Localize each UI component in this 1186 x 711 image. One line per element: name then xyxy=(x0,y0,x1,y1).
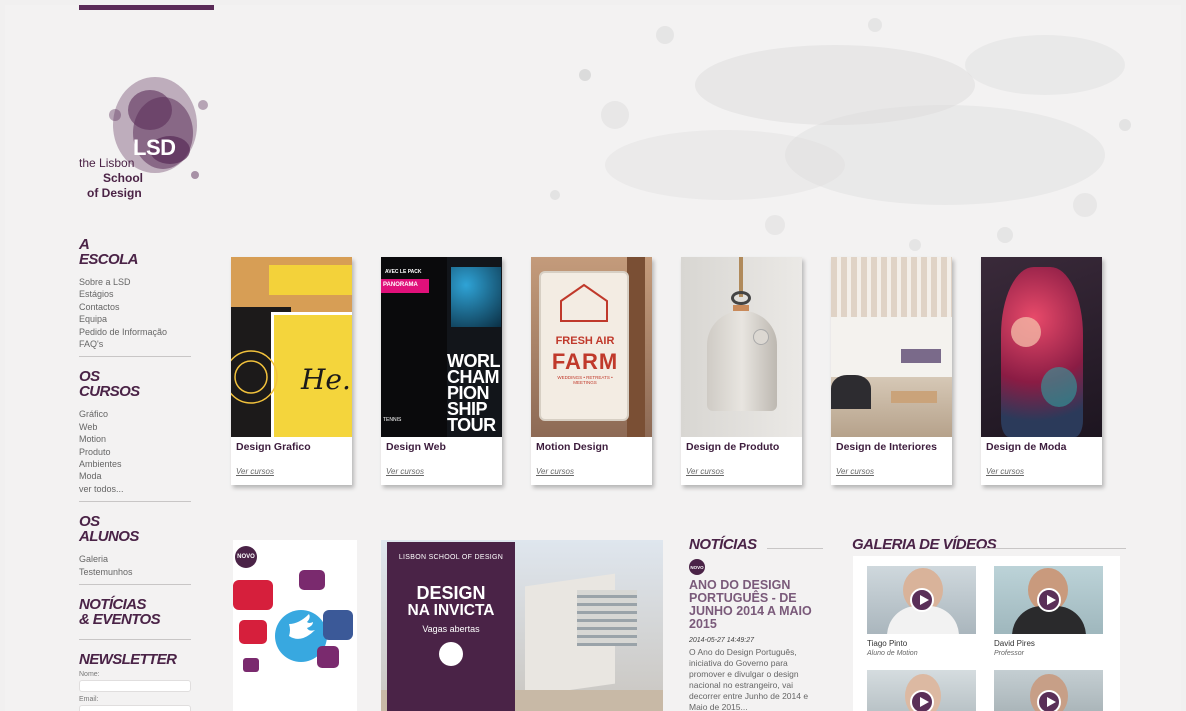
nav-link-estagios[interactable]: Estágios xyxy=(79,288,191,300)
novo-badge: NOVO xyxy=(235,546,257,568)
divider xyxy=(79,501,191,503)
invicta-sub: Vagas abertas xyxy=(422,624,480,634)
news-title[interactable]: ANO DO DESIGN PORTUGUÊS - DE JUNHO 2014 … xyxy=(689,579,821,631)
video-thumb[interactable] xyxy=(867,670,976,711)
ver-cursos-link[interactable]: Ver cursos xyxy=(986,467,1024,476)
section-title-noticias[interactable]: NOTÍCIAS & EVENTOS xyxy=(79,597,191,627)
nav-link-moda[interactable]: Moda xyxy=(79,470,191,482)
logo-mark: LSD xyxy=(133,135,176,160)
logo-line-3: of Design xyxy=(87,186,142,200)
play-icon[interactable] xyxy=(1037,690,1061,711)
video-gallery: Tiago Pinto Aluno de Motion David Pires … xyxy=(853,556,1120,711)
top-accent-bar xyxy=(79,5,214,10)
section-title-alunos[interactable]: OS ALUNOS xyxy=(79,514,191,544)
ver-cursos-link[interactable]: Ver cursos xyxy=(686,467,724,476)
invicta-title-1: DESIGN xyxy=(416,583,486,603)
newsletter-name-input[interactable] xyxy=(79,680,191,693)
course-image-moda xyxy=(981,257,1102,437)
play-icon[interactable] xyxy=(910,690,934,711)
sidebar-nav: A ESCOLA Sobre a LSD Estágios Contactos E… xyxy=(79,237,191,711)
logo-line-2: School xyxy=(103,171,144,185)
course-title: Design de Produto xyxy=(686,441,780,453)
nav-link-sobre[interactable]: Sobre a LSD xyxy=(79,276,191,288)
email-label: Email: xyxy=(79,696,99,704)
page: LSD the Lisbon School of Design A ESCOLA … xyxy=(5,5,1181,711)
course-title: Design Web xyxy=(386,441,446,453)
course-card-grafico[interactable]: He. Design Grafico Ver cursos xyxy=(231,257,352,485)
ver-cursos-link[interactable]: Ver cursos xyxy=(386,467,424,476)
nav-link-faqs[interactable]: FAQ's xyxy=(79,338,191,350)
course-image-grafico: He. xyxy=(231,257,352,437)
play-icon[interactable] xyxy=(1037,588,1061,612)
course-card-interiores[interactable]: Design de Interiores Ver cursos xyxy=(831,257,952,485)
splatter-decoration xyxy=(550,18,1131,251)
logo-line-1: the Lisbon xyxy=(79,156,135,170)
invicta-title-2: NA INVICTA xyxy=(407,602,495,619)
nav-link-ambientes[interactable]: Ambientes xyxy=(79,458,191,470)
course-image-web: PANORAMA AVEC LE PACK WORL CHAM PION SHI… xyxy=(381,257,502,437)
nav-link-grafico[interactable]: Gráfico xyxy=(79,408,191,420)
news-date: 2014-05-27 14:49:27 xyxy=(689,637,754,644)
course-image-produto xyxy=(681,257,802,437)
nav-link-testemunhos[interactable]: Testemunhos xyxy=(79,566,191,578)
nav-link-motion[interactable]: Motion xyxy=(79,433,191,445)
video-person-name: David Pires xyxy=(994,639,1035,648)
nav-link-pedido-informacao[interactable]: Pedido de Informação xyxy=(79,326,191,338)
section-noticias: NOTÍCIAS & EVENTOS xyxy=(79,597,191,641)
video-person-role: Aluno de Motion xyxy=(867,650,918,657)
news-body: O Ano do Design Português, iniciativa do… xyxy=(689,647,809,711)
course-title: Design de Interiores xyxy=(836,441,937,453)
section-title-newsletter: NEWSLETTER xyxy=(79,651,177,669)
invicta-top: LISBON SCHOOL OF DESIGN xyxy=(398,554,504,561)
newsletter-form: NEWSLETTER Nome: Email: xyxy=(79,652,191,711)
divider xyxy=(79,639,191,641)
videos-heading: GALERIA DE VÍDEOS xyxy=(852,536,997,553)
divider xyxy=(980,548,1126,549)
video-person-role: Professor xyxy=(994,650,1024,657)
pin-icon xyxy=(439,642,463,666)
video-person-name: Tiago Pinto xyxy=(867,639,908,648)
course-image-interiores xyxy=(831,257,952,437)
divider xyxy=(79,356,191,358)
name-label: Nome: xyxy=(79,671,100,679)
divider xyxy=(79,584,191,586)
play-icon[interactable] xyxy=(910,588,934,612)
news-novo-badge: NOVO xyxy=(689,559,705,575)
nav-link-equipa[interactable]: Equipa xyxy=(79,313,191,325)
logo-ink-splash xyxy=(109,77,208,179)
course-title: Design de Moda xyxy=(986,441,1067,453)
video-thumb[interactable] xyxy=(867,566,976,634)
video-thumb[interactable] xyxy=(994,670,1103,711)
section-title-escola[interactable]: A ESCOLA xyxy=(79,237,191,267)
svg-text:He.: He. xyxy=(300,363,351,396)
course-title: Design Grafico xyxy=(236,441,311,453)
course-card-produto[interactable]: Design de Produto Ver cursos xyxy=(681,257,802,485)
nav-link-galeria[interactable]: Galeria xyxy=(79,553,191,565)
promo-design-na-invicta[interactable]: LISBON SCHOOL OF DESIGN DESIGN NA INVICT… xyxy=(381,540,663,711)
course-title: Motion Design xyxy=(536,441,609,453)
section-alunos: OS ALUNOS Galeria Testemunhos xyxy=(79,514,191,586)
course-card-motion[interactable]: FRESH AIR FARM WEDDINGS • RETREATS • MEE… xyxy=(531,257,652,485)
ver-cursos-link[interactable]: Ver cursos xyxy=(236,467,274,476)
divider xyxy=(767,548,823,549)
nav-link-ver-todos[interactable]: ver todos... xyxy=(79,483,191,495)
news-heading: NOTÍCIAS xyxy=(689,536,757,553)
video-thumb[interactable] xyxy=(994,566,1103,634)
promo-social-media[interactable]: NOVO xyxy=(233,540,357,711)
nav-link-web[interactable]: Web xyxy=(79,421,191,433)
ver-cursos-link[interactable]: Ver cursos xyxy=(536,467,574,476)
ver-cursos-link[interactable]: Ver cursos xyxy=(836,467,874,476)
section-escola: A ESCOLA Sobre a LSD Estágios Contactos E… xyxy=(79,237,191,358)
nav-link-produto[interactable]: Produto xyxy=(79,446,191,458)
course-image-motion: FRESH AIR FARM WEDDINGS • RETREATS • MEE… xyxy=(531,257,652,437)
section-title-cursos[interactable]: OS CURSOS xyxy=(79,369,191,399)
nav-link-contactos[interactable]: Contactos xyxy=(79,301,191,313)
course-card-moda[interactable]: Design de Moda Ver cursos xyxy=(981,257,1102,485)
section-cursos: OS CURSOS Gráfico Web Motion Produto Ambi… xyxy=(79,369,191,503)
newsletter-email-input[interactable] xyxy=(79,705,191,711)
site-logo[interactable]: LSD the Lisbon School of Design xyxy=(75,55,215,205)
course-card-web[interactable]: PANORAMA AVEC LE PACK WORL CHAM PION SHI… xyxy=(381,257,502,485)
